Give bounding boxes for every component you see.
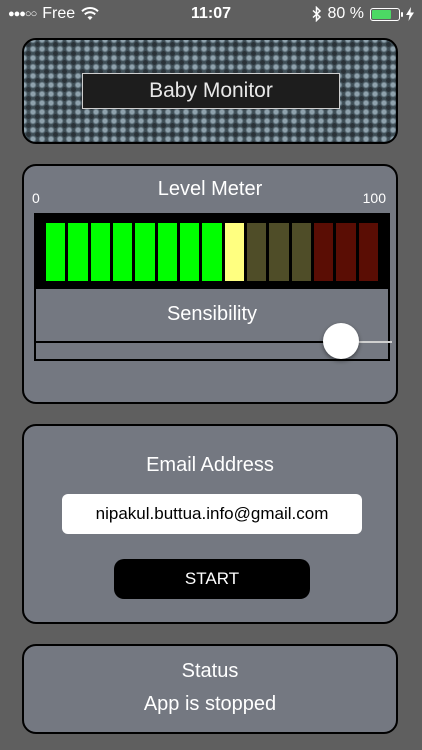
header-panel: Baby Monitor [22, 38, 398, 144]
level-meter-segment [358, 223, 378, 281]
email-input[interactable] [62, 494, 362, 534]
status-bar: ●●●○○ Free 11:07 80 % [0, 0, 422, 28]
level-meter-segment [68, 223, 88, 281]
level-meter-segment [112, 223, 133, 281]
level-meter-segment [246, 223, 267, 281]
level-meter-segment [336, 223, 356, 281]
sensibility-label: Sensibility [166, 303, 258, 325]
bluetooth-icon [312, 6, 321, 22]
bolt-icon [406, 7, 414, 21]
level-meter-panel: Level Meter 0 100 Sensibility [22, 164, 398, 404]
level-meter-segment [157, 223, 177, 281]
level-meter-segment [291, 223, 311, 281]
level-meter [34, 213, 390, 289]
level-meter-segment [313, 223, 334, 281]
status-bar-right: 80 % [312, 5, 414, 23]
level-meter-segment [202, 223, 222, 281]
app-title: Baby Monitor [82, 73, 340, 109]
status-text: App is stopped [143, 693, 277, 715]
email-panel: Email Address START [22, 424, 398, 624]
scale-max-label: 100 [362, 190, 386, 206]
battery-icon [370, 7, 403, 21]
level-meter-segment [269, 223, 289, 281]
start-button[interactable]: START [114, 559, 310, 599]
scale-min-label: 0 [32, 190, 40, 206]
status-panel: Status App is stopped [22, 644, 398, 734]
battery-level-fill [372, 9, 392, 19]
level-meter-segment [46, 223, 66, 281]
level-meter-segment [135, 223, 155, 281]
sensibility-box: Sensibility [34, 289, 392, 361]
level-meter-segment [179, 223, 200, 281]
level-meter-bars [46, 223, 378, 281]
sensibility-slider-thumb[interactable] [323, 323, 359, 359]
sensibility-slider-track-filled[interactable] [36, 341, 332, 343]
battery-percent: 80 % [327, 5, 364, 22]
level-meter-segment [224, 223, 244, 281]
level-meter-title: Level Meter [157, 178, 263, 200]
level-meter-segment [90, 223, 110, 281]
status-title: Status [181, 660, 239, 682]
email-title: Email Address [146, 454, 274, 476]
